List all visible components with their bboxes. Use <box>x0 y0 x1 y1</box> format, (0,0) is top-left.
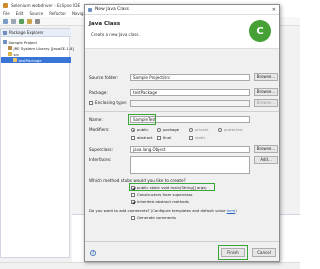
status-bar <box>0 262 300 269</box>
superclass-browse-button[interactable]: Browse... <box>254 145 278 153</box>
modifier-abstract-checkbox[interactable] <box>131 136 135 140</box>
constructors-checkbox[interactable] <box>131 193 135 197</box>
button-separator <box>85 241 279 242</box>
modifier-static-checkbox[interactable] <box>189 136 193 140</box>
name-highlight-box <box>128 114 156 125</box>
dialog-title: New Java Class <box>95 7 130 12</box>
modifiers-label: Modifiers: <box>89 127 110 132</box>
modifier-private-label: private <box>195 127 209 132</box>
modifier-package-label: package <box>163 127 180 132</box>
modifier-abstract-label: abstract <box>137 135 153 140</box>
source-folder-label: Source folder: <box>89 75 119 80</box>
modifier-public-radio[interactable] <box>131 128 135 132</box>
enclosing-type-field[interactable] <box>130 100 250 107</box>
enclosing-type-label: Enclosing type: <box>95 100 128 105</box>
tree-item-label: JRE System Library [JavaSE-1.8] <box>13 45 74 51</box>
new-icon[interactable] <box>3 18 8 24</box>
menu-source[interactable]: Source <box>29 11 43 16</box>
modifier-final-label: final <box>163 135 172 140</box>
generate-comments-label: Generate comments <box>137 215 176 220</box>
project-tree: Sample Project JRE System Library [JavaS… <box>1 39 74 63</box>
package-explorer-icon <box>3 30 7 35</box>
java-class-wizard-icon: C <box>249 20 271 42</box>
cancel-button[interactable]: Cancel <box>252 248 276 257</box>
dialog-header: Java Class Create a new Java class. C <box>85 15 279 49</box>
project-icon <box>3 40 7 44</box>
menu-refactor[interactable]: Refactor <box>49 11 66 16</box>
finish-highlight-box <box>218 245 248 260</box>
header-subtitle: Create a new Java class. <box>91 32 140 37</box>
debug-icon[interactable] <box>27 18 32 24</box>
tree-item-label: testPackage <box>18 57 42 63</box>
header-title: Java Class <box>89 21 121 27</box>
source-folder-field[interactable]: Sample Project/src <box>130 74 250 81</box>
tree-item-testpackage[interactable]: testPackage <box>1 57 71 63</box>
package-field[interactable]: testPackage <box>130 89 250 96</box>
tree-item-label: Sample Project <box>8 39 37 45</box>
inherited-methods-label: Inherited abstract methods <box>137 199 189 204</box>
modifier-protected-label: protected <box>224 127 243 132</box>
interfaces-add-button[interactable]: Add... <box>254 156 278 164</box>
comments-question-end: ) <box>235 208 237 213</box>
tree-item-label: src <box>13 51 20 57</box>
dialog-title-bar: New Java Class ✕ <box>85 5 279 15</box>
package-browse-button[interactable]: Browse... <box>254 88 278 96</box>
save-icon[interactable] <box>11 18 16 24</box>
new-java-class-dialog: New Java Class ✕ Java Class Create a new… <box>84 4 280 262</box>
modifier-protected-radio[interactable] <box>218 128 222 132</box>
comments-question: Do you want to add comments? (Configure … <box>89 208 237 213</box>
package-explorer-tab[interactable]: Package Explorer <box>1 29 71 37</box>
run-icon[interactable] <box>19 18 24 24</box>
interfaces-label: Interfaces: <box>89 157 112 162</box>
enclosing-type-browse-button[interactable]: Browse... <box>254 99 278 107</box>
library-icon <box>8 46 12 50</box>
enclosing-type-checkbox[interactable] <box>89 101 93 105</box>
inherited-methods-checkbox[interactable] <box>131 200 135 204</box>
menu-edit[interactable]: Edit <box>16 11 24 16</box>
comments-question-text: Do you want to add comments? (Configure … <box>89 208 227 213</box>
superclass-label: Superclass: <box>89 147 113 152</box>
package-label: Package: <box>89 90 108 95</box>
search-icon[interactable] <box>35 18 40 24</box>
menu-file[interactable]: File <box>3 11 10 16</box>
separator <box>85 111 279 112</box>
interfaces-list[interactable] <box>130 156 250 174</box>
package-explorer: Package Explorer Sample Project JRE Syst… <box>0 28 74 258</box>
templates-link[interactable]: here <box>227 208 236 213</box>
modifier-static-label: static <box>195 135 206 140</box>
name-label: Name: <box>89 117 103 122</box>
eclipse-icon <box>3 2 8 8</box>
modifier-package-radio[interactable] <box>157 128 161 132</box>
main-method-highlight-box <box>129 183 215 191</box>
modifier-public-label: public <box>137 127 149 132</box>
dialog-icon <box>88 7 92 12</box>
window-title: Selenium webdriver - Eclipse IDE <box>11 2 81 8</box>
superclass-field[interactable]: java.lang.Object <box>130 146 250 153</box>
modifier-final-checkbox[interactable] <box>157 136 161 140</box>
folder-icon <box>8 52 12 56</box>
package-icon <box>13 58 17 62</box>
generate-comments-checkbox[interactable] <box>131 216 135 220</box>
modifier-private-radio[interactable] <box>189 128 193 132</box>
help-icon[interactable]: ? <box>90 250 96 256</box>
source-folder-browse-button[interactable]: Browse... <box>254 73 278 81</box>
close-icon[interactable]: ✕ <box>272 7 276 13</box>
package-explorer-label: Package Explorer <box>9 30 44 35</box>
constructors-label: Constructors from superclass <box>137 192 193 197</box>
